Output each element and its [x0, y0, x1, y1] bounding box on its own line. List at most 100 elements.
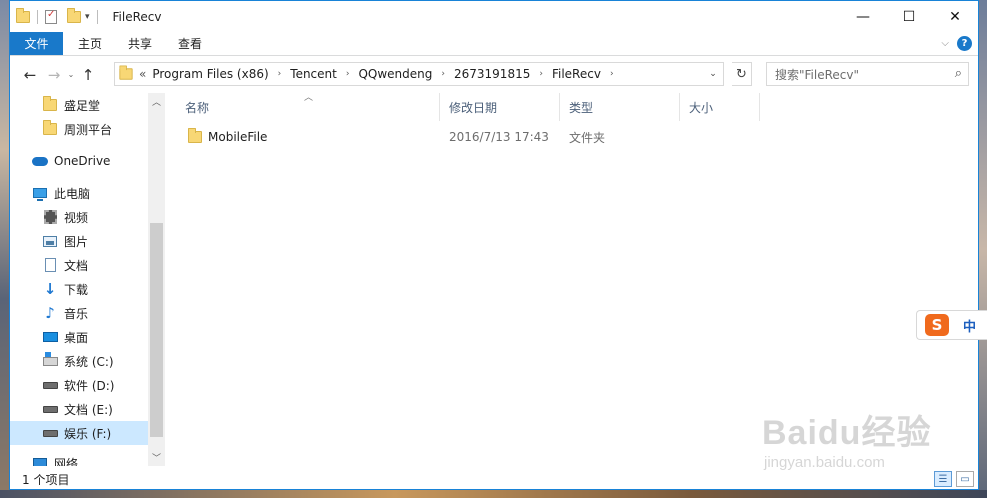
- scrollbar-thumb[interactable]: [150, 223, 163, 437]
- column-header-label: 大小: [689, 100, 714, 115]
- drive-icon: [42, 405, 58, 413]
- breadcrumb-item[interactable]: 2673191815: [454, 67, 530, 81]
- tab-view[interactable]: 查看: [165, 32, 215, 55]
- column-header-date[interactable]: 修改日期: [440, 93, 560, 121]
- refresh-icon[interactable]: ↻: [732, 62, 752, 86]
- drive-icon: [42, 381, 58, 389]
- video-icon: [43, 210, 57, 224]
- address-bar[interactable]: « Program Files (x86) › Tencent › QQwend…: [114, 62, 724, 86]
- search-input[interactable]: 搜索"FileRecv" ⌕: [766, 62, 969, 86]
- nav-item-drive-d[interactable]: 软件 (D:): [10, 373, 165, 397]
- up-arrow-icon[interactable]: ↑: [76, 66, 100, 84]
- folder-icon: [43, 120, 57, 135]
- nav-item-network[interactable]: 网络: [10, 451, 165, 466]
- ime-toolbar[interactable]: S 中: [916, 310, 987, 340]
- breadcrumb-item[interactable]: Program Files (x86): [152, 67, 268, 81]
- ribbon-tabs: 文件 主页 共享 查看 ⌵ ?: [10, 32, 978, 56]
- computer-icon: [33, 188, 47, 201]
- nav-pane-scrollbar[interactable]: ︿ ﹀: [148, 93, 165, 466]
- breadcrumb-separator-icon[interactable]: ›: [539, 69, 543, 79]
- desktop-background-left: [0, 0, 9, 498]
- breadcrumb-separator-icon[interactable]: ›: [441, 69, 445, 79]
- nav-item-desktop[interactable]: 桌面: [10, 325, 165, 349]
- nav-item-onedrive[interactable]: OneDrive: [10, 149, 165, 173]
- customize-toolbar-dropdown-icon[interactable]: ▾: [85, 12, 90, 22]
- window-controls: — ☐ ✕: [840, 1, 978, 32]
- tab-file[interactable]: 文件: [10, 32, 63, 55]
- nav-item-drive-e[interactable]: 文档 (E:): [10, 397, 165, 421]
- column-header-name[interactable]: 名称 ︿: [176, 93, 440, 121]
- large-icons-view-icon[interactable]: ▭: [956, 471, 974, 487]
- file-name-cell[interactable]: MobileFile: [176, 128, 440, 144]
- file-name: MobileFile: [208, 130, 268, 144]
- search-placeholder: 搜索"FileRecv": [775, 67, 860, 82]
- status-bar: 1 个项目 ☰ ▭: [10, 468, 978, 489]
- tab-home[interactable]: 主页: [65, 32, 115, 55]
- nav-item-drive-c[interactable]: 系统 (C:): [10, 349, 165, 373]
- nav-item-label: 音乐: [64, 306, 89, 321]
- breadcrumb-separator-icon[interactable]: ›: [278, 69, 282, 79]
- file-explorer-window: ▾ FileRecv — ☐ ✕ 文件 主页 共享 查看 ⌵ ? ← → ⌄ ↑…: [9, 0, 979, 490]
- nav-item-label: 视频: [64, 210, 89, 225]
- music-icon: ♪: [45, 303, 55, 322]
- nav-item-drive-f[interactable]: 娱乐 (F:): [10, 421, 165, 445]
- sogou-input-icon[interactable]: S: [925, 314, 949, 336]
- folder-icon[interactable]: [16, 7, 30, 23]
- file-row[interactable]: MobileFile 2016/7/13 17:43 文件夹: [176, 125, 760, 149]
- desktop-icon: [42, 332, 58, 342]
- tab-share[interactable]: 共享: [115, 32, 165, 55]
- close-button[interactable]: ✕: [932, 1, 978, 32]
- breadcrumb-overflow-icon[interactable]: «: [139, 67, 146, 81]
- nav-item-label: 桌面: [64, 330, 89, 345]
- column-header-size[interactable]: 大小: [680, 93, 760, 121]
- nav-item-this-pc[interactable]: 此电脑: [10, 181, 165, 205]
- navigation-bar: ← → ⌄ ↑ « Program Files (x86) › Tencent …: [10, 56, 978, 93]
- navigation-pane: 盛足堂 周测平台 OneDrive 此电脑 视频 图片 文档 ↓ 下载 ♪ 音乐…: [10, 93, 165, 466]
- nav-item-label: 娱乐 (F:): [64, 426, 112, 441]
- nav-item-music[interactable]: ♪ 音乐: [10, 301, 165, 325]
- quick-access-toolbar: ▾: [10, 7, 101, 24]
- nav-item-quick-1[interactable]: 盛足堂: [10, 93, 165, 117]
- nav-item-pictures[interactable]: 图片: [10, 229, 165, 253]
- forward-arrow-icon[interactable]: →: [42, 66, 66, 84]
- back-arrow-icon[interactable]: ←: [18, 66, 42, 84]
- new-folder-icon[interactable]: [67, 7, 81, 23]
- details-view-icon[interactable]: ☰: [934, 471, 952, 487]
- nav-item-label: 此电脑: [54, 186, 91, 201]
- scroll-up-icon[interactable]: ︿: [148, 93, 165, 110]
- breadcrumb-item[interactable]: FileRecv: [552, 67, 601, 81]
- breadcrumb-separator-icon[interactable]: ›: [346, 69, 350, 79]
- breadcrumb-item[interactable]: QQwendeng: [358, 67, 432, 81]
- column-header-label: 名称: [185, 100, 210, 115]
- address-history-dropdown-icon[interactable]: ⌄: [703, 63, 723, 85]
- maximize-button[interactable]: ☐: [886, 1, 932, 32]
- nav-item-documents[interactable]: 文档: [10, 253, 165, 277]
- nav-item-label: 文档: [64, 258, 89, 273]
- nav-item-quick-2[interactable]: 周测平台: [10, 117, 165, 141]
- help-icon[interactable]: ?: [957, 36, 972, 51]
- drive-icon: [42, 429, 58, 437]
- recent-locations-dropdown-icon[interactable]: ⌄: [66, 70, 76, 79]
- file-type: 文件夹: [569, 130, 606, 145]
- window-title: FileRecv: [112, 9, 162, 24]
- nav-item-videos[interactable]: 视频: [10, 205, 165, 229]
- column-header-label: 类型: [569, 100, 594, 115]
- view-buttons: ☰ ▭: [934, 471, 974, 487]
- breadcrumb-separator-icon[interactable]: ›: [610, 69, 614, 79]
- scroll-down-icon[interactable]: ﹀: [148, 449, 165, 466]
- title-bar: ▾ FileRecv — ☐ ✕: [10, 1, 978, 32]
- search-icon[interactable]: ⌕: [955, 66, 962, 81]
- ime-language-toggle[interactable]: 中: [963, 316, 976, 335]
- breadcrumb-item[interactable]: Tencent: [290, 67, 337, 81]
- minimize-button[interactable]: —: [840, 1, 886, 32]
- expand-ribbon-chevron-icon[interactable]: ⌵: [941, 38, 949, 49]
- ribbon-right-controls: ⌵ ?: [941, 36, 972, 51]
- nav-item-label: 文档 (E:): [64, 402, 113, 417]
- desktop-background-right: [979, 0, 987, 498]
- column-header-type[interactable]: 类型: [560, 93, 680, 121]
- column-header-label: 修改日期: [449, 100, 498, 115]
- document-icon: [44, 258, 56, 272]
- sort-ascending-icon: ︿: [304, 93, 314, 103]
- nav-item-downloads[interactable]: ↓ 下载: [10, 277, 165, 301]
- properties-icon[interactable]: [45, 9, 57, 24]
